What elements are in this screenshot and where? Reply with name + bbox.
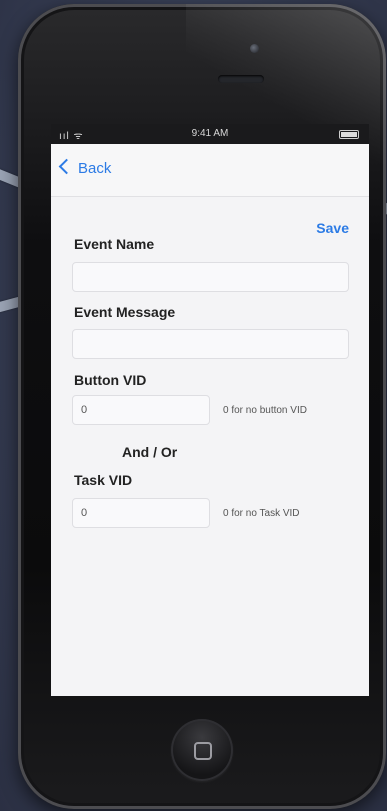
and-or-label: And / Or	[122, 444, 178, 460]
battery-icon	[339, 130, 359, 139]
home-button[interactable]	[171, 719, 233, 781]
camera-icon	[250, 44, 259, 53]
back-button[interactable]: Back	[58, 158, 112, 177]
event-name-field[interactable]	[72, 262, 349, 292]
event-message-field[interactable]	[72, 329, 349, 359]
event-name-label: Event Name	[74, 236, 155, 252]
task-vid-label: Task VID	[74, 472, 133, 488]
navigation-bar: Back	[51, 144, 369, 197]
event-message-label: Event Message	[74, 304, 176, 320]
task-vid-hint: 0 for no Task VID	[223, 508, 300, 519]
speaker-grille	[218, 75, 264, 83]
home-button-icon	[194, 742, 212, 760]
button-vid-label: Button VID	[74, 372, 147, 388]
status-time: 9:41 AM	[191, 128, 229, 139]
status-bar: ııl ᯤ 9:41 AM	[51, 124, 369, 144]
button-vid-hint: 0 for no button VID	[223, 405, 307, 416]
app-screen: ııl ᯤ 9:41 AM Back Save Event Name Event…	[51, 124, 369, 696]
button-vid-field[interactable]	[72, 395, 210, 425]
back-chevron-icon	[58, 158, 75, 175]
save-button[interactable]: Save	[316, 220, 349, 236]
task-vid-field[interactable]	[72, 498, 210, 528]
back-label: Back	[78, 160, 112, 177]
